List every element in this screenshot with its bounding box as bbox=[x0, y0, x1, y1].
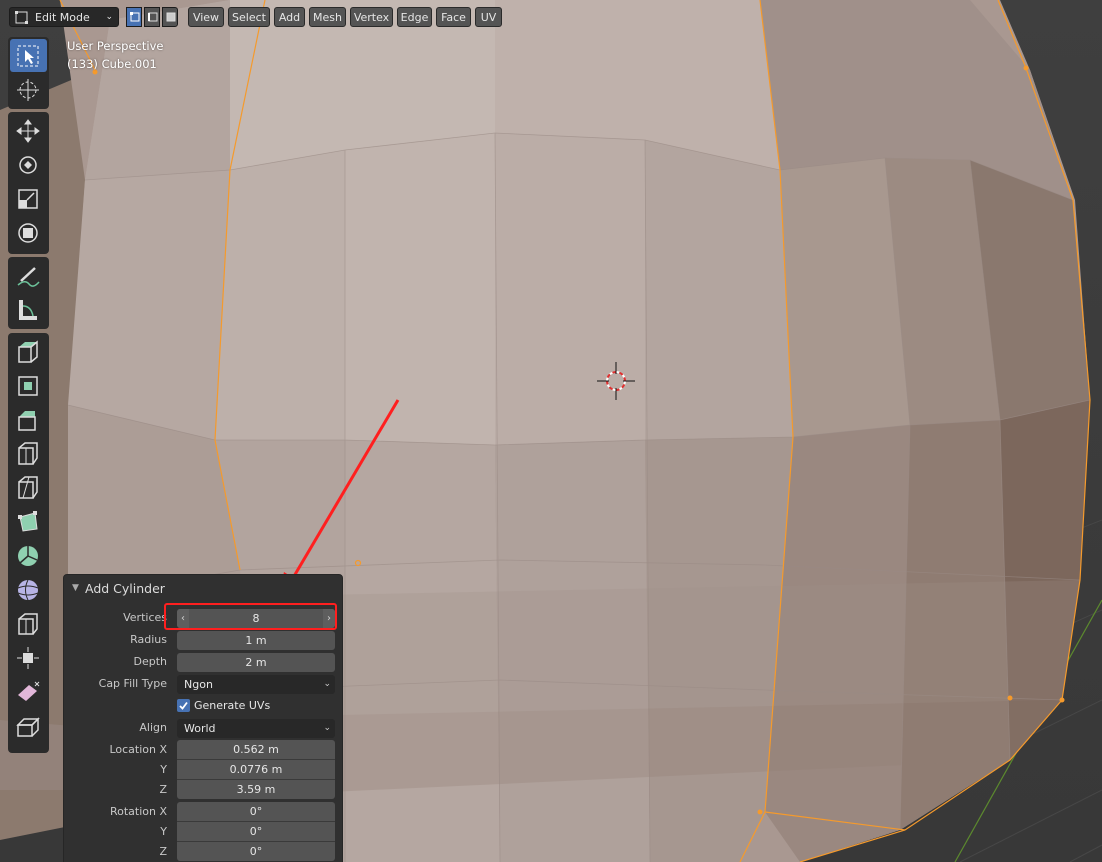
tool-measure[interactable] bbox=[10, 293, 47, 326]
chevron-down-icon: ⌄ bbox=[105, 12, 113, 22]
tool-rotate[interactable] bbox=[10, 148, 47, 181]
tool-move[interactable] bbox=[10, 114, 47, 147]
collapse-triangle-icon[interactable]: ▼ bbox=[72, 583, 79, 593]
shrink-fatten-icon bbox=[17, 647, 39, 669]
tool-annotate[interactable] bbox=[10, 259, 47, 292]
tool-knife[interactable] bbox=[10, 471, 47, 504]
shear-icon bbox=[18, 681, 40, 701]
measure-icon bbox=[19, 300, 37, 320]
loop-cut-icon bbox=[18, 442, 38, 465]
align-dropdown[interactable]: World ⌄ bbox=[177, 719, 335, 738]
rotation-y-field[interactable]: 0° bbox=[177, 821, 335, 841]
tool-cursor[interactable] bbox=[10, 73, 47, 106]
view-perspective-text: User Perspective bbox=[67, 39, 164, 53]
tool-spin[interactable] bbox=[10, 539, 47, 572]
extrude-region-icon bbox=[18, 340, 38, 363]
mode-label: Edit Mode bbox=[35, 11, 90, 24]
mode-dropdown[interactable]: Edit Mode ⌄ bbox=[9, 7, 119, 27]
viewport-header: Edit Mode ⌄ View Select Add Mesh Vertex … bbox=[0, 0, 1102, 34]
menu-vertex[interactable]: Vertex bbox=[350, 7, 393, 27]
menu-select[interactable]: Select bbox=[228, 7, 270, 27]
tool-loop-cut[interactable] bbox=[10, 437, 47, 470]
face-select-icon bbox=[166, 12, 176, 22]
bevel-icon bbox=[18, 411, 36, 431]
radius-label: Radius bbox=[130, 633, 167, 646]
generate-uvs-checkbox[interactable] bbox=[177, 699, 190, 712]
location-z-field[interactable]: 3.59 m bbox=[177, 779, 335, 799]
tool-shear[interactable] bbox=[10, 675, 47, 708]
vertex-select-button[interactable] bbox=[126, 7, 142, 27]
spin-icon bbox=[18, 546, 38, 566]
smooth-icon bbox=[17, 579, 39, 601]
cap-fill-type-value: Ngon bbox=[184, 678, 213, 691]
panel-title[interactable]: Add Cylinder bbox=[85, 581, 165, 596]
menu-uv[interactable]: UV bbox=[475, 7, 502, 27]
poly-build-icon bbox=[18, 511, 38, 532]
cap-fill-type-label: Cap Fill Type bbox=[98, 677, 167, 690]
tool-select-box[interactable] bbox=[10, 39, 47, 72]
radius-field[interactable]: 1 m bbox=[177, 631, 335, 650]
align-value: World bbox=[184, 722, 216, 735]
active-object-text: (133) Cube.001 bbox=[67, 57, 157, 71]
transform-icon bbox=[18, 223, 38, 243]
annotation-highlight-box bbox=[164, 603, 337, 630]
vertex-select-icon bbox=[130, 12, 140, 22]
depth-field[interactable]: 2 m bbox=[177, 653, 335, 672]
rotation-z-field[interactable]: 0° bbox=[177, 841, 335, 861]
tool-edge-slide[interactable] bbox=[10, 607, 47, 640]
menu-mesh[interactable]: Mesh bbox=[309, 7, 346, 27]
menu-add[interactable]: Add bbox=[274, 7, 305, 27]
menu-view[interactable]: View bbox=[188, 7, 224, 27]
cap-fill-type-dropdown[interactable]: Ngon ⌄ bbox=[177, 675, 335, 694]
rotation-x-label: Rotation X bbox=[109, 805, 167, 818]
tool-extrude-region[interactable] bbox=[10, 335, 47, 368]
annotate-icon bbox=[17, 267, 40, 287]
rip-region-icon bbox=[16, 717, 40, 737]
face-select-button[interactable] bbox=[162, 7, 178, 27]
inset-faces-icon bbox=[18, 376, 38, 396]
menu-edge[interactable]: Edge bbox=[397, 7, 432, 27]
align-label: Align bbox=[139, 721, 167, 734]
depth-label: Depth bbox=[133, 655, 167, 668]
tool-scale[interactable] bbox=[10, 182, 47, 215]
location-z-label: Z bbox=[159, 783, 167, 796]
tool-bevel[interactable] bbox=[10, 403, 47, 436]
rotation-y-label: Y bbox=[160, 825, 167, 838]
knife-icon bbox=[18, 476, 38, 499]
edge-select-icon bbox=[148, 12, 158, 22]
toolbar-group-annotate bbox=[8, 257, 49, 329]
edit-mode-icon bbox=[15, 11, 28, 24]
cursor-icon bbox=[17, 79, 39, 101]
move-icon bbox=[16, 119, 40, 143]
toolbar-group-select bbox=[8, 37, 49, 109]
location-y-label: Y bbox=[160, 763, 167, 776]
rotation-z-label: Z bbox=[159, 845, 167, 858]
scale-icon bbox=[18, 189, 38, 209]
generate-uvs-label[interactable]: Generate UVs bbox=[194, 699, 270, 712]
tool-rip-region[interactable] bbox=[10, 709, 47, 742]
select-box-icon bbox=[17, 45, 39, 67]
edge-slide-icon bbox=[18, 613, 38, 635]
location-x-field[interactable]: 0.562 m bbox=[177, 740, 335, 759]
3d-viewport[interactable]: Edit Mode ⌄ View Select Add Mesh Vertex … bbox=[0, 0, 1102, 862]
toolbar-group-mesh bbox=[8, 333, 49, 753]
location-x-label: Location X bbox=[109, 743, 167, 756]
toolbar-group-transform bbox=[8, 112, 49, 254]
menu-face[interactable]: Face bbox=[436, 7, 471, 27]
edge-select-button[interactable] bbox=[144, 7, 160, 27]
location-y-field[interactable]: 0.0776 m bbox=[177, 759, 335, 779]
rotate-icon bbox=[19, 156, 37, 174]
chevron-down-icon: ⌄ bbox=[323, 679, 331, 689]
rotation-x-field[interactable]: 0° bbox=[177, 802, 335, 821]
tool-transform[interactable] bbox=[10, 216, 47, 249]
chevron-down-icon: ⌄ bbox=[323, 723, 331, 733]
tool-poly-build[interactable] bbox=[10, 505, 47, 538]
tool-inset-faces[interactable] bbox=[10, 369, 47, 402]
tool-smooth[interactable] bbox=[10, 573, 47, 606]
checkmark-icon bbox=[179, 701, 188, 710]
tool-shrink-fatten[interactable] bbox=[10, 641, 47, 674]
vertices-label: Vertices bbox=[123, 611, 167, 624]
